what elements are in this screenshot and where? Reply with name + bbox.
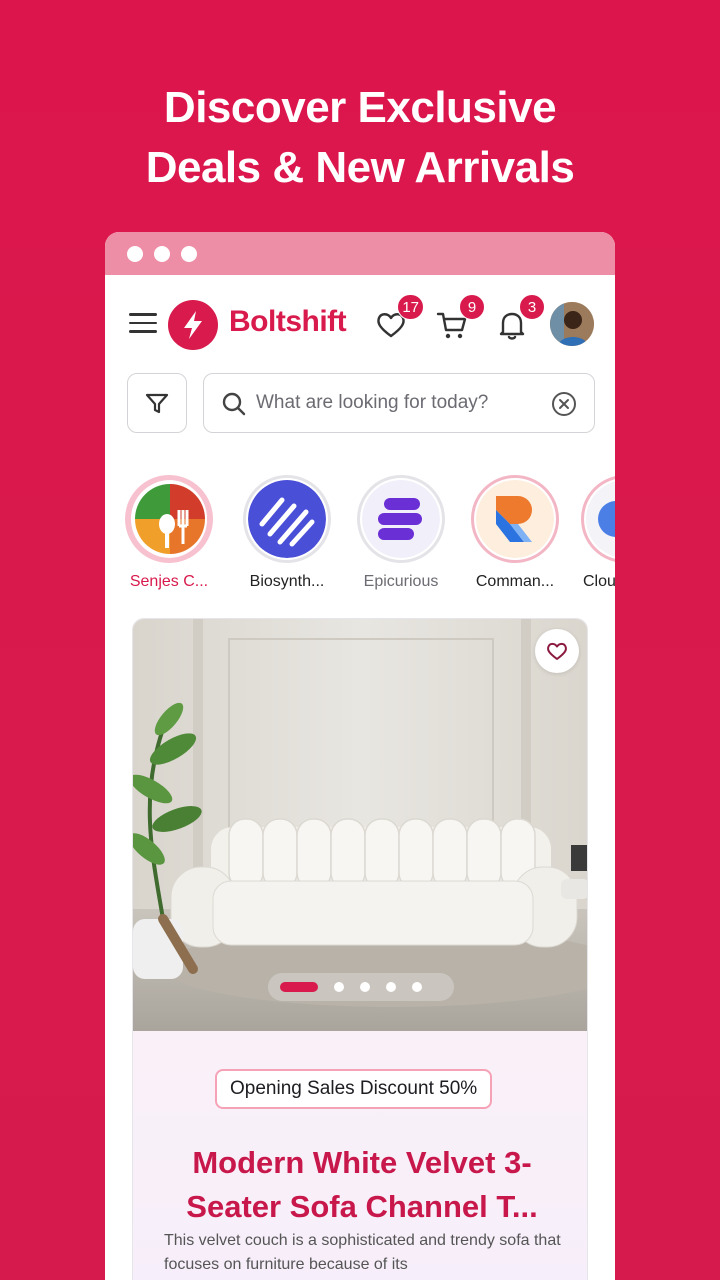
wishlist-count-badge: 17 [397,294,424,320]
epicurious-logo-icon [362,480,440,558]
wishlist-button[interactable]: 17 [374,294,424,342]
story-item-senjes[interactable]: Senjes C... [121,475,217,591]
bolt-icon[interactable] [168,300,218,350]
filter-icon [145,393,169,414]
window-titlebar [105,232,615,275]
discount-badge: Opening Sales Discount 50% [215,1069,493,1109]
story-item-cloud[interactable]: Clou [581,475,615,591]
story-ring [471,475,559,563]
brand-logo-text[interactable]: Boltshift [229,305,347,339]
search-bar[interactable] [203,373,595,433]
cloud-logo-icon [586,480,615,558]
hamburger-menu-icon[interactable] [129,313,157,335]
brand-stories: Senjes C... Biosynth... Epicurious Comma… [121,475,615,595]
hero-headline: Discover Exclusive Deals & New Arrivals [0,78,720,198]
story-ring [581,475,615,563]
search-icon [222,392,246,416]
product-description: This velvet couch is a sophisticated and… [164,1232,561,1273]
product-card[interactable]: Opening Sales Discount 50% Modern White … [132,618,588,1280]
filter-button[interactable] [127,373,187,433]
product-title[interactable]: Modern White Velvet 3-Seater Sofa Channe… [157,1141,567,1229]
carousel-dot[interactable] [360,982,370,992]
window-dot-minimize[interactable] [154,245,170,262]
search-input[interactable] [256,386,536,420]
cart-button[interactable]: 9 [435,294,485,342]
command-logo-icon [476,480,554,558]
window-dot-maximize[interactable] [181,245,197,262]
cart-count-badge: 9 [459,294,485,320]
favorite-button[interactable] [535,629,579,673]
story-label: Senjes C... [129,573,209,590]
carousel-dot[interactable] [386,982,396,992]
hero-line-1: Discover Exclusive [163,83,557,132]
clear-search-icon[interactable] [550,390,578,418]
carousel-pagination [268,973,454,1001]
user-avatar[interactable] [550,302,594,346]
story-label: Epicurious [363,573,439,590]
hero-line-2: Deals & New Arrivals [145,143,575,192]
story-label: Biosynth... [249,573,325,590]
story-ring [357,475,445,563]
browser-window: Boltshift 17 9 3 What are looking for to… [105,232,615,1280]
window-dot-close[interactable] [127,245,143,262]
story-item-epicurious[interactable]: Epicurious [353,475,449,591]
carousel-dot-active[interactable] [280,982,318,992]
notifications-count-badge: 3 [519,294,545,320]
notifications-button[interactable]: 3 [495,294,545,342]
story-ring [243,475,331,563]
senjes-logo-icon [131,480,207,558]
story-ring [125,475,213,563]
heart-icon [547,642,567,660]
story-item-biosynth[interactable]: Biosynth... [239,475,335,591]
biosynth-logo-icon [248,480,326,558]
app-header: Boltshift 17 9 3 [105,275,615,371]
story-item-command[interactable]: Comman... [467,475,563,591]
story-label: Comman... [475,573,555,590]
carousel-dot[interactable] [412,982,422,992]
story-label: Clou [583,573,615,590]
product-image-sofa[interactable] [133,619,588,1031]
carousel-dot[interactable] [334,982,344,992]
